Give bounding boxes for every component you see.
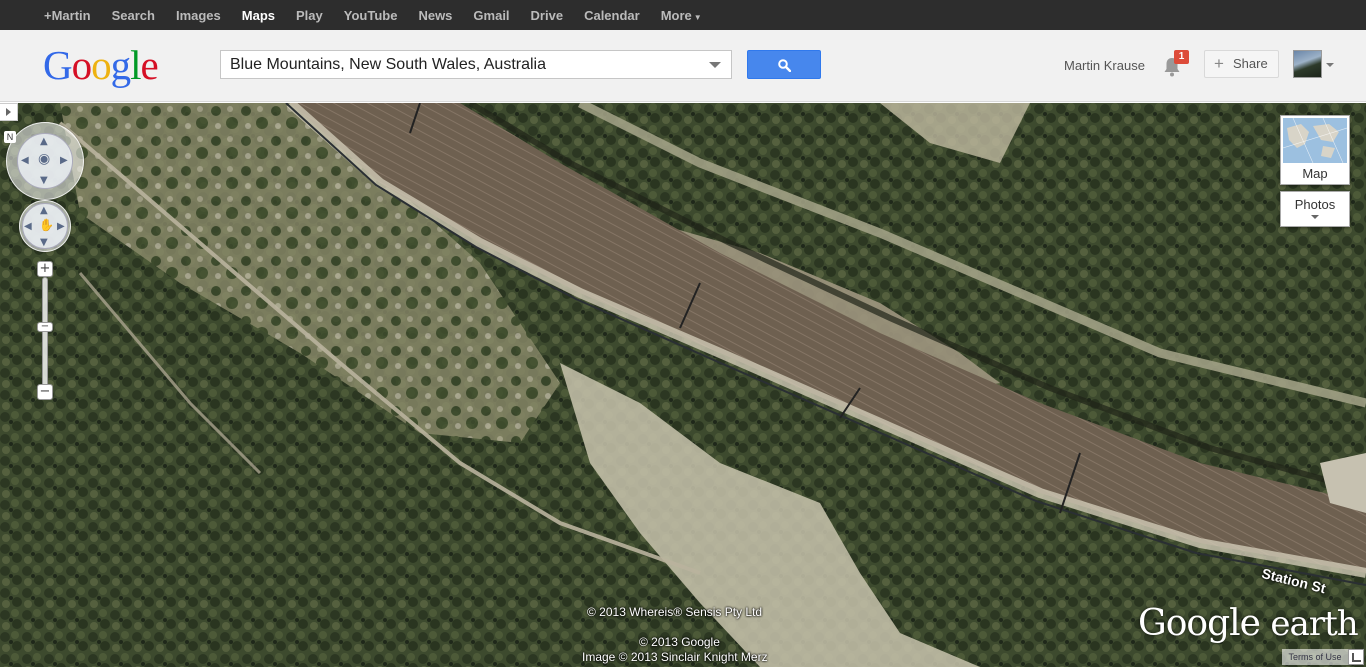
nav-play[interactable]: Play <box>296 8 323 23</box>
plus-icon: + <box>1214 54 1224 73</box>
hand-icon: ✋ <box>39 218 54 232</box>
google-logo[interactable]: Google <box>43 41 159 89</box>
logo-letter: l <box>130 42 141 88</box>
user-name[interactable]: Martin Krause <box>1064 58 1145 73</box>
search-button[interactable] <box>747 50 821 79</box>
header: Google Martin Krause 1 + Share <box>0 30 1366 102</box>
nav-plus-martin[interactable]: +Martin <box>44 8 91 23</box>
nav-more[interactable]: More ▼ <box>661 8 702 23</box>
map-type-button[interactable]: Map <box>1280 115 1350 185</box>
google-earth-logo: Google earth <box>1138 603 1359 644</box>
share-label: Share <box>1233 56 1268 71</box>
nav-gmail[interactable]: Gmail <box>473 8 509 23</box>
zoom-slider[interactable] <box>42 277 48 389</box>
side-panel-toggle[interactable] <box>0 103 18 121</box>
pan-control[interactable]: ▲ ▼ ◀ ▶ ✋ <box>19 200 71 252</box>
nav-maps[interactable]: Maps <box>242 8 275 23</box>
pan-dial: ▲ ▼ ◀ ▶ ✋ <box>22 203 68 249</box>
compass-north-icon[interactable]: N <box>4 131 16 143</box>
nav-search[interactable]: Search <box>112 8 155 23</box>
arrow-down-icon[interactable]: ▼ <box>40 176 48 186</box>
arrow-left-icon[interactable]: ◀ <box>21 156 29 166</box>
nav-news[interactable]: News <box>418 8 452 23</box>
collapse-corner-icon[interactable] <box>1348 649 1364 665</box>
zoom-slider-handle[interactable]: − <box>37 322 53 332</box>
look-around-control[interactable]: ▲ ▼ ◀ ▶ ◉ <box>6 122 84 200</box>
earth-logo-earth: earth <box>1270 604 1358 644</box>
arrow-up-icon[interactable]: ▲ <box>40 137 48 147</box>
pan-down-icon[interactable]: ▼ <box>40 238 48 248</box>
look-around-dial: ▲ ▼ ◀ ▶ ◉ <box>17 133 73 189</box>
photos-button[interactable]: Photos <box>1280 191 1350 227</box>
logo-letter: g <box>110 42 131 88</box>
google-top-bar: +Martin Search Images Maps Play YouTube … <box>0 0 1366 30</box>
pan-right-icon[interactable]: ▶ <box>57 222 65 232</box>
arrow-right-icon[interactable]: ▶ <box>60 156 68 166</box>
nav-drive[interactable]: Drive <box>531 8 564 23</box>
pan-left-icon[interactable]: ◀ <box>24 222 32 232</box>
eye-icon: ◉ <box>38 151 51 167</box>
satellite-map[interactable]: ▲ ▼ ◀ ▶ ◉ N ▲ ▼ ◀ ▶ ✋ + − − Map Photos S… <box>0 103 1366 667</box>
pan-up-icon[interactable]: ▲ <box>40 206 48 216</box>
top-nav: +Martin Search Images Maps Play YouTube … <box>44 0 723 30</box>
search-input[interactable] <box>221 51 691 78</box>
nav-images[interactable]: Images <box>176 8 221 23</box>
map-thumbnail <box>1283 118 1347 163</box>
copyright-imagery: Image © 2013 Sinclair Knight Merz <box>582 650 768 664</box>
logo-letter: e <box>140 42 159 88</box>
chevron-down-icon: ▼ <box>693 12 702 22</box>
avatar[interactable] <box>1293 50 1322 78</box>
logo-letter: o <box>91 42 111 88</box>
zoom-out-button[interactable]: − <box>37 384 53 400</box>
logo-letter: o <box>71 42 92 88</box>
copyright-google: © 2013 Google <box>639 635 720 649</box>
notification-count-badge[interactable]: 1 <box>1174 50 1189 64</box>
map-type-label: Map <box>1302 166 1328 181</box>
search-dropdown-icon[interactable] <box>709 62 721 68</box>
chevron-down-icon[interactable] <box>1326 63 1334 67</box>
share-button[interactable]: + Share <box>1204 50 1279 78</box>
earth-logo-google: Google <box>1138 603 1261 644</box>
satellite-imagery <box>0 103 1366 667</box>
photos-label: Photos <box>1294 197 1336 212</box>
nav-calendar[interactable]: Calendar <box>584 8 640 23</box>
logo-letter: G <box>43 42 73 88</box>
search-box <box>220 50 732 79</box>
chevron-down-icon <box>1311 215 1319 219</box>
nav-more-label: More <box>660 7 692 23</box>
zoom-in-button[interactable]: + <box>37 261 53 277</box>
nav-youtube[interactable]: YouTube <box>344 8 398 23</box>
search-icon <box>778 59 791 72</box>
copyright-whereis: © 2013 Whereis® Sensis Pty Ltd <box>587 605 763 619</box>
terms-of-use-link[interactable]: Terms of Use <box>1282 649 1348 665</box>
